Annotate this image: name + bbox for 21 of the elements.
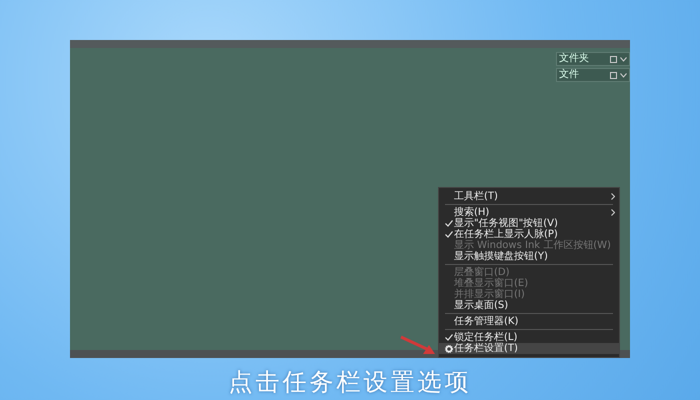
menu-item[interactable]: 任务管理器(K) xyxy=(439,316,619,327)
menu-item[interactable]: 锁定任务栏(L) xyxy=(439,332,619,343)
subtitle: 点击任务栏设置选项 xyxy=(228,367,472,398)
menu-item[interactable]: 搜索(H) xyxy=(439,207,619,218)
chevron-icon xyxy=(620,56,627,62)
toolbar-widget[interactable]: 文件 xyxy=(556,68,630,82)
toolbar-label: 文件 xyxy=(559,69,580,81)
menu-item[interactable]: 任务栏设置(T) xyxy=(439,343,619,354)
menu-item[interactable]: 在任务栏上显示人脉(P) xyxy=(439,229,619,240)
settings-icon xyxy=(444,344,452,352)
menu-item[interactable]: 显示"任务视图"按钮(V) xyxy=(439,218,619,229)
menu-item[interactable]: 显示触摸键盘按钮(Y) xyxy=(439,251,619,262)
checkmark-icon xyxy=(444,334,452,341)
menu-item[interactable]: 显示桌面(S) xyxy=(439,300,619,311)
window-icon xyxy=(610,72,617,78)
chevron-icon xyxy=(620,72,627,78)
window-icon xyxy=(610,56,617,62)
pointer-arrow xyxy=(399,334,437,356)
toolbar-label: 文件夹 xyxy=(559,53,590,65)
menu-item[interactable]: 工具栏(T) xyxy=(439,191,619,202)
toolbar-widget[interactable]: 文件夹 xyxy=(556,52,630,66)
